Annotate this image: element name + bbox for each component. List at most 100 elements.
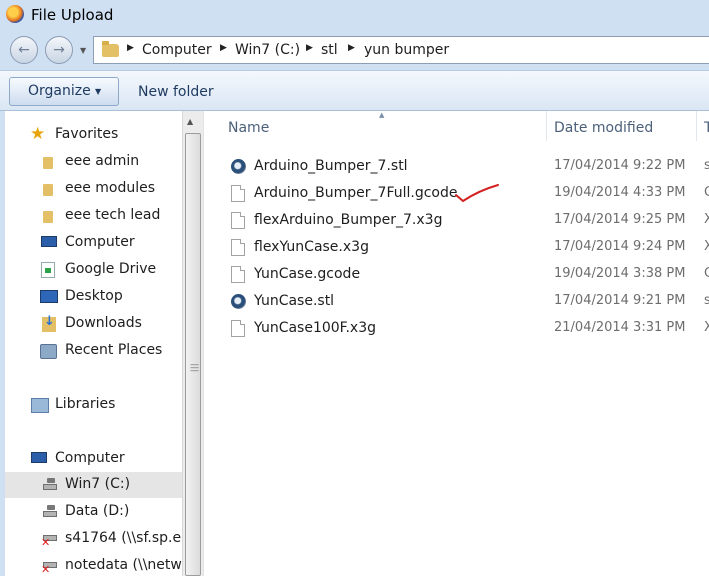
desktop-icon: [40, 290, 58, 303]
command-bar: Organize ▼ New folder: [0, 70, 709, 111]
address-row: ← → ▼ ▶ Computer ▶ Win7 (C:) ▶ stl ▶ yun…: [0, 32, 709, 70]
file-date: 17/04/2014 9:24 PM: [554, 239, 686, 254]
red-checkmark-annotation: [455, 184, 499, 203]
chevron-down-icon: ▼: [95, 87, 102, 96]
chevron-right-icon[interactable]: ▶: [306, 43, 313, 53]
file-row[interactable]: YunCase.gcode 19/04/2014 3:38 PM G: [204, 261, 709, 288]
sidebar-item-google-drive[interactable]: Google Drive: [5, 257, 182, 283]
file-date: 17/04/2014 9:22 PM: [554, 158, 686, 173]
nav-label: Favorites: [55, 126, 119, 142]
organize-label: Organize: [28, 83, 91, 99]
breadcrumb-computer[interactable]: Computer: [142, 42, 212, 58]
back-button[interactable]: ←: [10, 36, 38, 64]
sidebar-item-eee-admin[interactable]: eee admin: [5, 149, 182, 175]
sidebar-item-downloads[interactable]: Downloads: [5, 311, 182, 337]
downloads-icon: [42, 314, 56, 332]
nav-libraries[interactable]: Libraries: [5, 392, 182, 418]
file-type: s: [704, 158, 709, 173]
arrow-right-icon: →: [53, 42, 65, 58]
folder-icon: [43, 184, 53, 196]
file-icon: [231, 320, 245, 337]
google-drive-icon: [41, 262, 55, 278]
nav-scrollbar[interactable]: ▲ — — —: [182, 111, 203, 576]
organize-button[interactable]: Organize ▼: [9, 77, 119, 106]
computer-icon: [31, 452, 47, 463]
file-icon: [231, 239, 245, 256]
nav-label: Data (D:): [65, 503, 130, 519]
sidebar-item-network-drive-s41764[interactable]: s41764 (\\sf.sp.ed: [5, 526, 182, 552]
sidebar-item-eee-tech-lead[interactable]: eee tech lead: [5, 203, 182, 229]
nav-label: notedata (\\netw: [65, 557, 182, 573]
nav-label: eee modules: [65, 180, 156, 196]
chevron-right-icon[interactable]: ▶: [348, 43, 355, 53]
sidebar-item-computer-fav[interactable]: Computer: [5, 230, 182, 256]
nav-label: Computer: [55, 450, 125, 466]
breadcrumb-win7[interactable]: Win7 (C:): [235, 42, 300, 58]
new-folder-button[interactable]: New folder: [138, 84, 214, 100]
file-type: X: [704, 239, 709, 254]
column-divider[interactable]: [546, 111, 547, 141]
file-name: flexArduino_Bumper_7.x3g: [254, 212, 443, 228]
nav-label: Desktop: [65, 288, 123, 304]
stl-icon: [231, 294, 246, 309]
file-row[interactable]: flexYunCase.x3g 17/04/2014 9:24 PM X: [204, 234, 709, 261]
file-type: s: [704, 293, 709, 308]
file-type: X: [704, 212, 709, 227]
sidebar-item-win7-drive[interactable]: Win7 (C:): [5, 472, 182, 498]
file-type: X: [704, 320, 709, 335]
sidebar-item-network-drive-notedata[interactable]: notedata (\\netw: [5, 553, 182, 576]
file-name: YunCase100F.x3g: [254, 320, 377, 336]
nav-favorites[interactable]: ★ Favorites: [5, 122, 182, 148]
sidebar-item-recent-places[interactable]: Recent Places: [5, 338, 182, 364]
breadcrumb-yun-bumper[interactable]: yun bumper: [364, 42, 449, 58]
column-header-date-modified[interactable]: Date modified: [554, 120, 653, 136]
file-type: G: [704, 266, 709, 281]
file-type: G: [704, 185, 709, 200]
file-date: 19/04/2014 4:33 PM: [554, 185, 686, 200]
nav-computer[interactable]: Computer: [5, 446, 182, 472]
computer-icon: [41, 236, 57, 247]
folder-icon: [102, 41, 119, 57]
column-header-type[interactable]: T: [704, 120, 709, 136]
file-row[interactable]: Arduino_Bumper_7.stl 17/04/2014 9:22 PM …: [204, 153, 709, 180]
column-divider[interactable]: [696, 111, 697, 141]
recent-locations-dropdown-icon[interactable]: ▼: [80, 46, 86, 55]
chevron-right-icon[interactable]: ▶: [220, 43, 227, 53]
file-date: 21/04/2014 3:31 PM: [554, 320, 686, 335]
file-icon: [231, 212, 245, 229]
folder-icon: [43, 211, 53, 223]
file-date: 17/04/2014 9:25 PM: [554, 212, 686, 227]
file-date: 19/04/2014 3:38 PM: [554, 266, 686, 281]
nav-label: Recent Places: [65, 342, 163, 358]
file-name: YunCase.gcode: [254, 266, 361, 282]
column-header-name[interactable]: Name: [228, 120, 269, 136]
title-bar: File Upload: [0, 0, 709, 32]
file-name: Arduino_Bumper_7Full.gcode: [254, 185, 458, 201]
file-row[interactable]: YunCase100F.x3g 21/04/2014 3:31 PM X: [204, 315, 709, 342]
nav-label: eee tech lead: [65, 207, 161, 223]
column-header-row: ▲ Name Date modified T: [204, 111, 709, 145]
star-icon: ★: [30, 124, 46, 144]
arrow-left-icon: ←: [18, 42, 30, 58]
chevron-right-icon[interactable]: ▶: [127, 43, 134, 53]
disconnected-network-drive-icon: [41, 559, 59, 576]
folder-icon: [43, 157, 53, 169]
file-row[interactable]: flexArduino_Bumper_7.x3g 17/04/2014 9:25…: [204, 207, 709, 234]
nav-label: s41764 (\\sf.sp.ed: [65, 530, 182, 546]
address-bar[interactable]: ▶ Computer ▶ Win7 (C:) ▶ stl ▶ yun bumpe…: [93, 36, 709, 64]
sidebar-item-data-drive[interactable]: Data (D:): [5, 499, 182, 525]
sidebar-item-desktop[interactable]: Desktop: [5, 284, 182, 310]
file-name: Arduino_Bumper_7.stl: [254, 158, 408, 174]
nav-label: Libraries: [55, 396, 116, 412]
forward-button[interactable]: →: [45, 36, 73, 64]
scroll-up-icon[interactable]: ▲: [187, 117, 193, 126]
drive-icon: [41, 478, 59, 492]
breadcrumb-stl[interactable]: stl: [321, 42, 338, 58]
nav-label: Win7 (C:): [65, 476, 131, 492]
file-row[interactable]: YunCase.stl 17/04/2014 9:21 PM s: [204, 288, 709, 315]
file-icon: [231, 185, 245, 202]
drive-icon: [41, 505, 59, 519]
scrollbar-thumb[interactable]: — — —: [185, 133, 201, 576]
nav-label: Downloads: [65, 315, 142, 331]
sidebar-item-eee-modules[interactable]: eee modules: [5, 176, 182, 202]
